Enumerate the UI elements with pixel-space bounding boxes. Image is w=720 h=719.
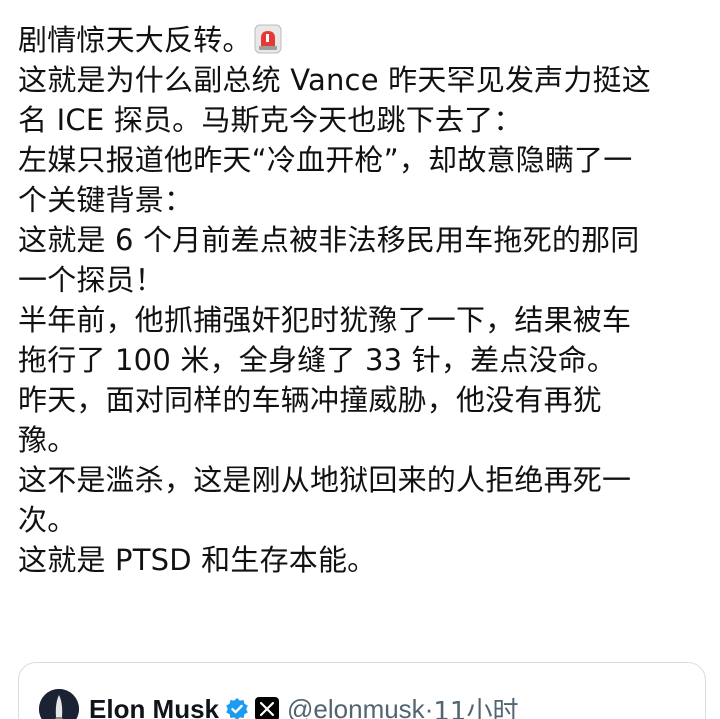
post-text: 剧情惊天大反转。 这就是为什么副总统 Vance 昨天罕见发声力挺这 名 ICE… xyxy=(18,20,708,580)
quoted-post-header: Elon Musk @elonmusk · 11小时 xyxy=(39,689,518,719)
post-line: 剧情惊天大反转。 xyxy=(18,20,708,60)
post-line: 这就是 PTSD 和生存本能。 xyxy=(18,543,377,577)
post-line: 左媒只报道他昨天“冷血开枪”，却故意隐瞒了一 xyxy=(18,143,633,177)
post-line-text: 剧情惊天大反转。 xyxy=(18,23,252,57)
separator-dot: · xyxy=(424,693,434,719)
author-name[interactable]: Elon Musk xyxy=(89,694,219,719)
post-timestamp[interactable]: 11小时 xyxy=(433,691,518,719)
post-line: 次。 xyxy=(18,503,77,537)
post-line: 拖行了 100 米，全身缝了 33 针，差点没命。 xyxy=(18,343,617,377)
post-line: 个关键背景： xyxy=(18,183,194,217)
quoted-post-card[interactable]: Elon Musk @elonmusk · 11小时 xyxy=(18,662,706,719)
post-line: 一个探员！ xyxy=(18,263,165,297)
post-line: 昨天，面对同样的车辆冲撞威胁，他没有再犹 xyxy=(18,383,603,417)
post-line: 这不是滥杀，这是刚从地狱回来的人拒绝再死一 xyxy=(18,463,632,497)
verified-badge-icon xyxy=(225,697,249,719)
siren-icon xyxy=(254,24,282,54)
author-handle[interactable]: @elonmusk xyxy=(287,694,425,719)
post-line: 这就是 6 个月前差点被非法移民用车拖死的那同 xyxy=(18,223,640,257)
x-affiliate-icon xyxy=(255,697,280,719)
post-line: 这就是为什么副总统 Vance 昨天罕见发声力挺这 xyxy=(18,63,651,97)
post-line: 名 ICE 探员。马斯克今天也跳下去了： xyxy=(18,103,523,137)
avatar[interactable] xyxy=(39,689,79,719)
post-line: 半年前，他抓捕强奸犯时犹豫了一下，结果被车 xyxy=(18,303,632,337)
post-line: 豫。 xyxy=(18,423,77,457)
